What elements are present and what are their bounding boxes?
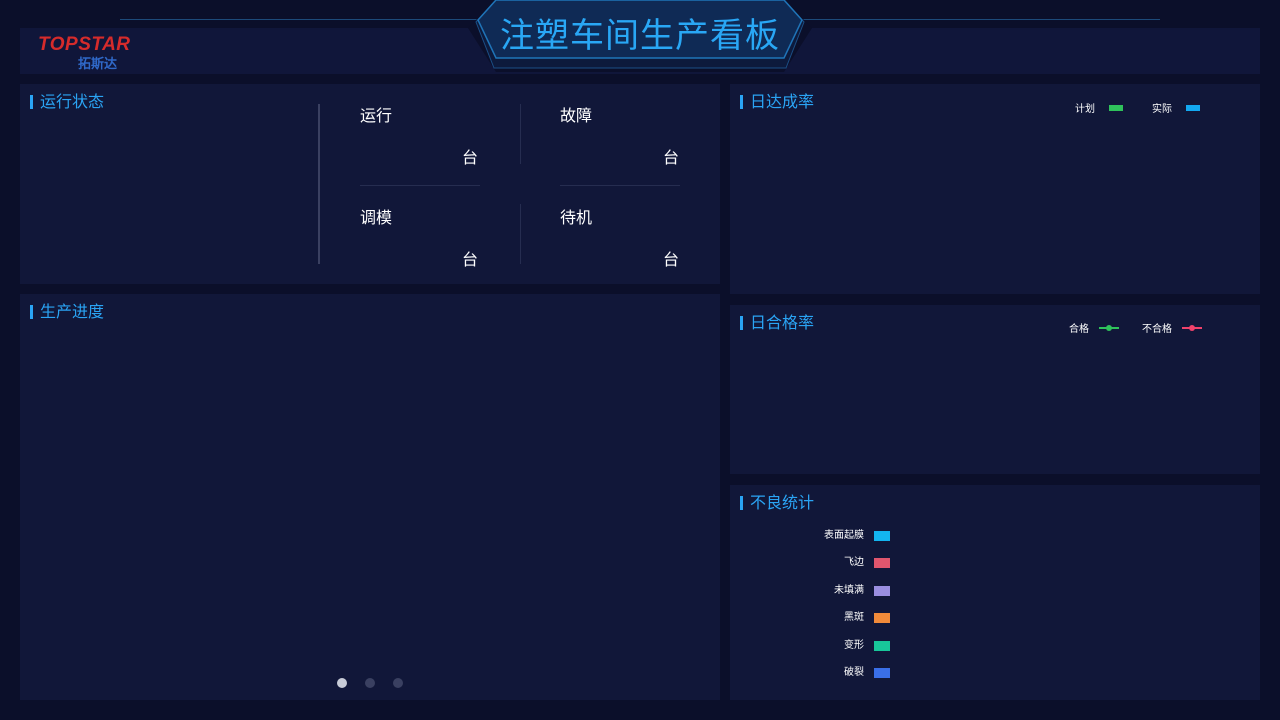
legend-plan[interactable]: 计划 bbox=[1075, 100, 1123, 115]
legend-line bbox=[1099, 324, 1119, 331]
status-panel-title: 运行状态 bbox=[30, 92, 104, 112]
logo-subtext: 拓斯达 bbox=[78, 57, 118, 72]
defect-legend-item[interactable]: 未填满 bbox=[740, 584, 940, 598]
legend-label: 实际 bbox=[1152, 104, 1172, 115]
status-unit-running: 台 bbox=[462, 148, 479, 167]
defect-label: 表面起膜 bbox=[824, 530, 864, 541]
title-plate: 注塑车间生产看板 bbox=[468, 0, 812, 72]
status-label-mold-change: 调模 bbox=[360, 208, 393, 227]
defect-panel-title: 不良统计 bbox=[740, 493, 814, 513]
defect-label: 未填满 bbox=[834, 585, 864, 596]
legend-line bbox=[1182, 324, 1202, 331]
daily-rate-panel-title: 日达成率 bbox=[740, 92, 814, 112]
defect-swatch bbox=[874, 641, 890, 651]
header-line-left bbox=[120, 19, 480, 20]
status-separator bbox=[560, 185, 680, 186]
legend-label: 不合格 bbox=[1142, 324, 1172, 335]
status-unit-fault: 台 bbox=[663, 148, 680, 167]
defect-swatch bbox=[874, 531, 890, 541]
legend-fail[interactable]: 不合格 bbox=[1142, 320, 1202, 335]
carousel-dot-3[interactable] bbox=[393, 678, 403, 688]
status-separator bbox=[520, 104, 521, 164]
defect-label: 变形 bbox=[844, 640, 864, 651]
defect-legend-item[interactable]: 破裂 bbox=[740, 666, 940, 680]
status-panel: 运行状态 运行 台 故障 台 调模 台 待机 台 bbox=[20, 84, 720, 284]
status-label-fault: 故障 bbox=[560, 106, 593, 125]
daily-rate-panel: 日达成率 计划 实际 bbox=[730, 84, 1260, 294]
header-line-right bbox=[800, 19, 1160, 20]
quality-panel-title: 日合格率 bbox=[740, 313, 814, 333]
status-divider bbox=[318, 104, 320, 264]
status-unit-standby: 台 bbox=[663, 250, 680, 269]
carousel-dot-2[interactable] bbox=[365, 678, 375, 688]
defect-swatch bbox=[874, 613, 890, 623]
defect-swatch bbox=[874, 558, 890, 568]
status-unit-mold-change: 台 bbox=[462, 250, 479, 269]
legend-swatch bbox=[1109, 104, 1123, 111]
legend-actual[interactable]: 实际 bbox=[1152, 100, 1200, 115]
defect-label: 飞边 bbox=[844, 557, 864, 568]
page-title: 注塑车间生产看板 bbox=[500, 16, 780, 56]
progress-panel: 生产进度 bbox=[20, 294, 720, 700]
company-logo: TOPSTAR 拓斯达 bbox=[38, 32, 148, 72]
carousel-dot-1[interactable] bbox=[337, 678, 347, 688]
defect-legend-item[interactable]: 黑斑 bbox=[740, 611, 940, 625]
defect-legend-item[interactable]: 变形 bbox=[740, 639, 940, 653]
defect-label: 破裂 bbox=[844, 667, 864, 678]
defect-label: 黑斑 bbox=[844, 612, 864, 623]
progress-panel-title: 生产进度 bbox=[30, 302, 104, 322]
status-label-standby: 待机 bbox=[560, 208, 593, 227]
defect-legend-item[interactable]: 飞边 bbox=[740, 556, 940, 570]
defect-swatch bbox=[874, 668, 890, 678]
legend-label: 计划 bbox=[1075, 104, 1095, 115]
status-separator bbox=[520, 204, 521, 264]
defect-legend-item[interactable]: 表面起膜 bbox=[740, 529, 940, 543]
legend-pass[interactable]: 合格 bbox=[1069, 320, 1119, 335]
legend-label: 合格 bbox=[1069, 324, 1089, 335]
legend-swatch bbox=[1186, 104, 1200, 111]
defect-swatch bbox=[874, 586, 890, 596]
status-label-running: 运行 bbox=[360, 106, 393, 125]
quality-panel: 日合格率 合格 不合格 bbox=[730, 305, 1260, 474]
status-separator bbox=[360, 185, 480, 186]
